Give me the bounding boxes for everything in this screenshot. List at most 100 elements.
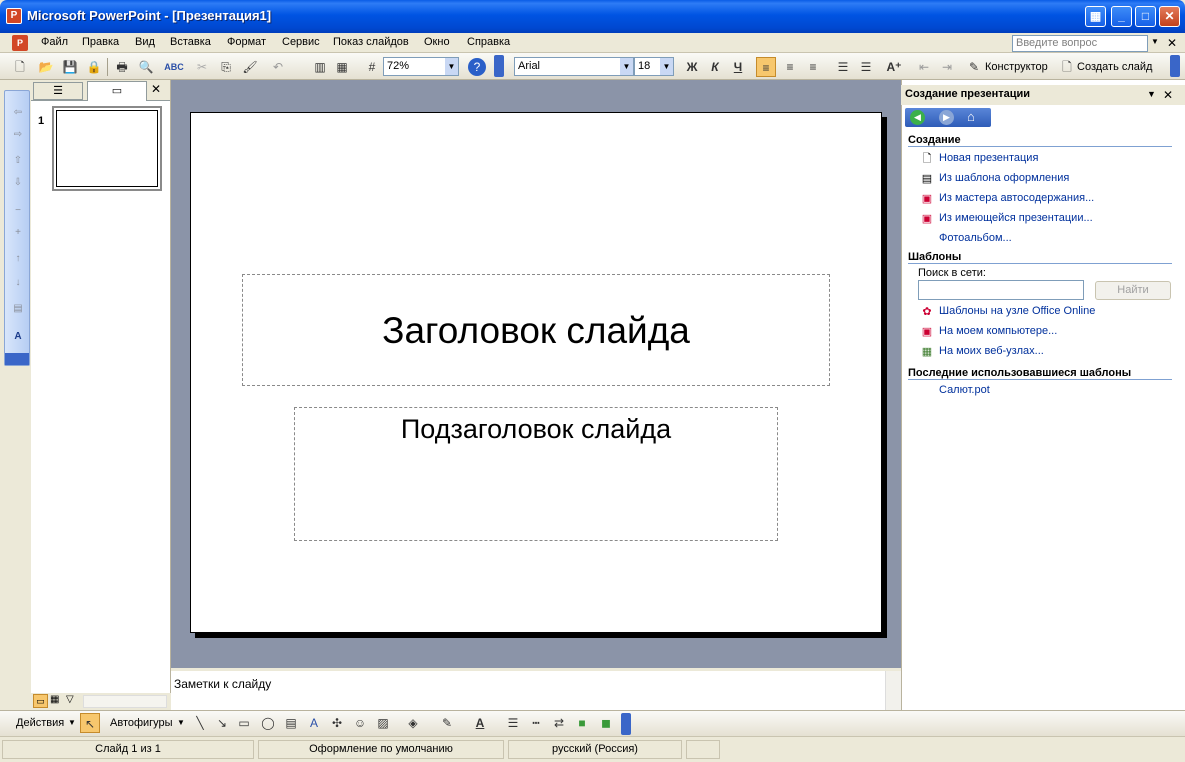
document-icon[interactable]: P bbox=[12, 35, 28, 51]
toolbar-options-icon[interactable] bbox=[1170, 55, 1180, 77]
numbered-list-icon[interactable]: ☰ bbox=[833, 57, 853, 77]
menu-tools[interactable]: Сервис bbox=[282, 36, 320, 48]
align-left-icon[interactable]: ≡ bbox=[756, 57, 776, 77]
help-icon[interactable]: ? bbox=[468, 58, 486, 76]
tab-slides[interactable]: ▭ bbox=[87, 81, 147, 101]
search-button[interactable]: Найти bbox=[1095, 281, 1171, 300]
forward-icon[interactable]: ▶ bbox=[939, 110, 954, 125]
textbox-icon[interactable]: ▤ bbox=[281, 713, 301, 733]
grid-icon[interactable]: # bbox=[362, 57, 382, 77]
link-photo-album[interactable]: Фотоальбом... bbox=[939, 232, 1012, 244]
slide-canvas[interactable]: Заголовок слайда Подзаголовок слайда bbox=[190, 112, 882, 633]
slide-title[interactable]: Заголовок слайда bbox=[243, 275, 829, 387]
designer-button[interactable]: Конструктор bbox=[985, 57, 1048, 77]
link-from-existing[interactable]: Из имеющейся презентации... bbox=[939, 212, 1093, 224]
bold-button[interactable]: Ж bbox=[682, 57, 702, 77]
zoom-select[interactable]: 72% ▼ bbox=[383, 57, 459, 76]
decrease-indent-icon[interactable]: ⇤ bbox=[914, 57, 934, 77]
format-painter-icon[interactable]: 🖌 bbox=[240, 57, 260, 77]
menu-insert[interactable]: Вставка bbox=[170, 36, 211, 48]
collapse-icon[interactable]: − bbox=[11, 205, 25, 219]
increase-font-icon[interactable]: A⁺ bbox=[884, 57, 904, 77]
slide-sorter-icon[interactable]: ▦ bbox=[50, 694, 59, 705]
new-doc-icon[interactable]: 🗋 bbox=[10, 57, 30, 77]
move-down-icon[interactable]: ⇩ bbox=[11, 177, 25, 191]
chevron-down-icon[interactable]: ▼ bbox=[1151, 37, 1159, 46]
actions-menu[interactable]: Действия bbox=[16, 713, 64, 733]
tab-outline[interactable]: ☰ bbox=[33, 82, 83, 100]
link-new-presentation[interactable]: Новая презентация bbox=[939, 152, 1038, 164]
close-button[interactable]: ✕ bbox=[1159, 6, 1180, 27]
designer-icon[interactable]: ✎ bbox=[964, 57, 984, 77]
table-icon[interactable]: ▦ bbox=[332, 57, 352, 77]
wordart-icon[interactable]: A bbox=[304, 713, 324, 733]
ask-question-input[interactable]: Введите вопрос bbox=[1012, 35, 1148, 52]
close-pane-icon[interactable]: ✕ bbox=[151, 82, 161, 96]
close-icon[interactable]: ✕ bbox=[1163, 88, 1173, 102]
expand-icon[interactable]: + bbox=[11, 227, 25, 241]
powerpoint-app-icon[interactable]: P bbox=[6, 8, 22, 24]
autoshapes-menu[interactable]: Автофигуры bbox=[110, 713, 173, 733]
minimize-button[interactable]: _ bbox=[1111, 6, 1132, 27]
show-formatting-icon[interactable]: A bbox=[11, 331, 25, 345]
toolbar-options-icon[interactable] bbox=[494, 55, 504, 77]
open-folder-icon[interactable]: 📂 bbox=[36, 57, 56, 77]
home-icon[interactable]: ⌂ bbox=[967, 109, 975, 124]
new-slide-button[interactable]: Создать слайд bbox=[1077, 57, 1152, 77]
bulleted-list-icon[interactable]: ☰ bbox=[856, 57, 876, 77]
toolbar-options-icon[interactable] bbox=[621, 713, 631, 735]
cut-icon[interactable]: ✂ bbox=[192, 57, 212, 77]
subtitle-placeholder[interactable]: Подзаголовок слайда bbox=[294, 407, 778, 541]
expand-all-icon[interactable]: ↓ bbox=[11, 277, 25, 291]
close-doc-icon[interactable]: ✕ bbox=[1167, 36, 1177, 50]
3d-style-icon[interactable]: ◼ bbox=[596, 713, 616, 733]
undo-icon[interactable]: ↶ bbox=[268, 57, 288, 77]
rectangle-icon[interactable]: ▭ bbox=[234, 713, 254, 733]
title-placeholder[interactable]: Заголовок слайда bbox=[242, 274, 830, 386]
link-autocontent-wizard[interactable]: Из мастера автосодержания... bbox=[939, 192, 1094, 204]
arrow-style-icon[interactable]: ⇄ bbox=[549, 713, 569, 733]
font-size-select[interactable]: 18 ▼ bbox=[634, 57, 674, 76]
italic-button[interactable]: К bbox=[705, 57, 725, 77]
menu-format[interactable]: Формат bbox=[227, 36, 266, 48]
chart-icon[interactable]: ▥ bbox=[310, 57, 330, 77]
promote-icon[interactable]: ⇦ bbox=[11, 107, 25, 121]
dash-style-icon[interactable]: ┅ bbox=[526, 713, 546, 733]
print-icon[interactable]: 🖶 bbox=[112, 57, 132, 77]
notes-pane[interactable]: Заметки к слайду bbox=[171, 668, 901, 710]
clipart-icon[interactable]: ☺ bbox=[350, 713, 370, 733]
slide-subtitle[interactable]: Подзаголовок слайда bbox=[295, 408, 777, 445]
search-input[interactable] bbox=[918, 280, 1084, 300]
chevron-down-icon[interactable]: ▼ bbox=[177, 718, 185, 727]
menu-view[interactable]: Вид bbox=[135, 36, 155, 48]
menu-help[interactable]: Справка bbox=[467, 36, 510, 48]
link-from-design-template[interactable]: Из шаблона оформления bbox=[939, 172, 1069, 184]
copy-icon[interactable]: ⎘ bbox=[216, 57, 236, 77]
link-on-my-websites[interactable]: На моих веб-узлах... bbox=[939, 345, 1044, 357]
font-select[interactable]: Arial ▼ bbox=[514, 57, 634, 76]
collapse-all-icon[interactable]: ↑ bbox=[11, 253, 25, 267]
arrow-icon[interactable]: ↘ bbox=[212, 713, 232, 733]
font-color-icon[interactable]: A bbox=[470, 713, 490, 733]
print-preview-icon[interactable]: 🔍 bbox=[136, 57, 156, 77]
link-on-my-computer[interactable]: На моем компьютере... bbox=[939, 325, 1057, 337]
maximize-button[interactable]: □ bbox=[1135, 6, 1156, 27]
normal-view-icon[interactable]: ▭ bbox=[33, 694, 48, 708]
link-recent-template[interactable]: Салют.pot bbox=[939, 384, 990, 396]
menu-edit[interactable]: Правка bbox=[82, 36, 119, 48]
chevron-down-icon[interactable]: ▼ bbox=[1147, 89, 1156, 99]
menu-slideshow[interactable]: Показ слайдов bbox=[333, 36, 409, 48]
demote-icon[interactable]: ⇨ bbox=[11, 129, 25, 143]
line-style-icon[interactable]: ☰ bbox=[503, 713, 523, 733]
increase-indent-icon[interactable]: ⇥ bbox=[937, 57, 957, 77]
slideshow-icon[interactable]: ▽ bbox=[66, 694, 74, 705]
fill-color-icon[interactable]: ◈ bbox=[403, 713, 423, 733]
back-icon[interactable]: ◀ bbox=[910, 110, 925, 125]
link-office-online-templates[interactable]: Шаблоны на узле Office Online bbox=[939, 305, 1095, 317]
align-right-icon[interactable]: ≡ bbox=[803, 57, 823, 77]
permission-icon[interactable]: 🔒 bbox=[84, 57, 104, 77]
menu-file[interactable]: Файл bbox=[41, 36, 68, 48]
save-icon[interactable]: 💾 bbox=[60, 57, 80, 77]
diagram-icon[interactable]: ✣ bbox=[327, 713, 347, 733]
line-icon[interactable]: ╲ bbox=[190, 713, 210, 733]
